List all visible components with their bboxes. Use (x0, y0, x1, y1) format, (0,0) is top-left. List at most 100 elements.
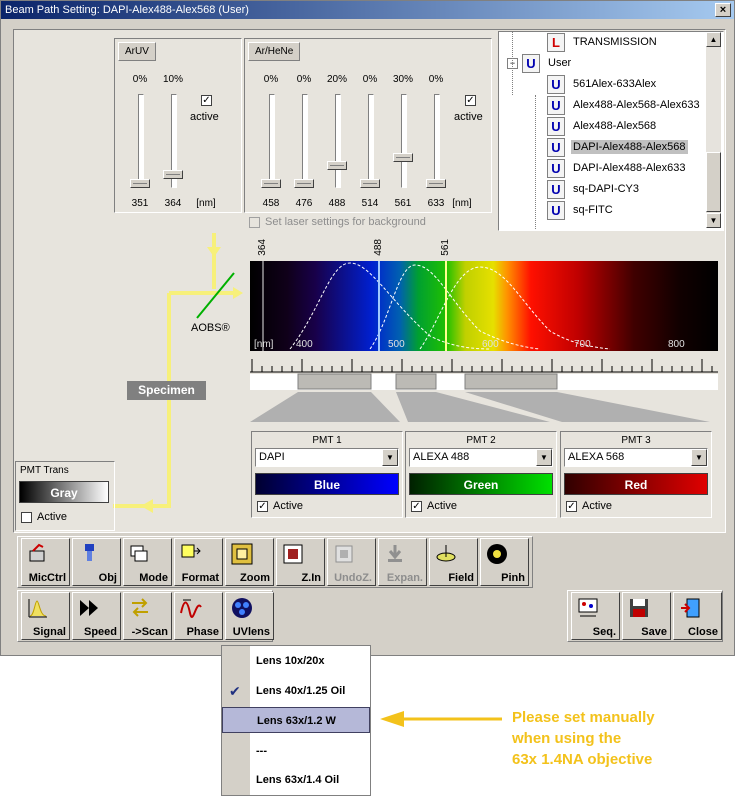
pmt3-range-bar[interactable] (464, 373, 558, 390)
toolbar-button-label: Save (641, 626, 667, 638)
pmt-trans-color-button[interactable]: Gray (19, 481, 109, 503)
pmt2-active-row: ✓ Active (411, 500, 457, 512)
chevron-down-icon[interactable]: ▼ (382, 449, 398, 466)
axis-tick-label: 800 (668, 339, 685, 350)
pmt2-color-button[interactable]: Green (409, 473, 553, 495)
uv-lens-icon (231, 597, 253, 619)
toolbar-button-label: UndoZ. (334, 572, 372, 584)
pinh-button[interactable]: Pinh (480, 538, 529, 586)
close-button[interactable]: Close (673, 592, 722, 640)
pmt3-active-row: ✓ Active (566, 500, 612, 512)
spectrum-band (250, 261, 718, 351)
obj-button[interactable]: Obj (72, 538, 121, 586)
axis-tick-label: 700 (574, 339, 591, 350)
pmt2-active-checkbox[interactable]: ✓ (411, 500, 422, 512)
toolbar-bottom: Signal Speed ->Scan Phase UVlens (17, 590, 274, 642)
toolbar-button-label: Z.In (301, 572, 321, 584)
aobs-arrow-icon (233, 287, 243, 299)
scan-button[interactable]: ->Scan (123, 592, 172, 640)
pmt3-active-checkbox[interactable]: ✓ (566, 500, 577, 512)
pmt3-dye-value: ALEXA 568 (568, 451, 625, 463)
phase-icon (180, 597, 202, 619)
pmt2-dye-select[interactable]: ALEXA 488 ▼ (409, 448, 553, 467)
pmt1-dye-value: DAPI (259, 451, 285, 463)
seq-button[interactable]: Seq. (571, 592, 620, 640)
pmt-trans-active-label: Active (37, 511, 67, 523)
save-icon (628, 597, 650, 619)
annotation-line-1: Please set manually (512, 709, 655, 726)
wavelength-ruler (250, 359, 718, 390)
annotation-note: Please set manually when using the 63x 1… (512, 707, 655, 770)
expand-icon (384, 543, 406, 565)
menu-item-label: --- (256, 745, 267, 757)
undoz-button[interactable]: UndoZ. (327, 538, 376, 586)
aobs-label: AOBS® (191, 322, 230, 334)
uvlens-button[interactable]: UVlens (225, 592, 274, 640)
field-button[interactable]: Field (429, 538, 478, 586)
annotation-arrow-icon (380, 711, 502, 727)
axis-tick-label: 500 (388, 339, 405, 350)
axis-tick-label: 400 (296, 339, 313, 350)
pmt2-dye-value: ALEXA 488 (413, 451, 470, 463)
pmt1-title: PMT 1 (312, 435, 342, 446)
pmt1-panel: PMT 1 DAPI ▼ Blue ✓ Active (251, 431, 403, 518)
menu-item[interactable]: Lens 10x/20x (222, 648, 370, 674)
expan-button[interactable]: Expan. (378, 538, 427, 586)
mode-icon (129, 543, 151, 565)
zoom-button[interactable]: Zoom (225, 538, 274, 586)
microscope-control-icon (27, 543, 49, 565)
pmt1-active-row: ✓ Active (257, 500, 303, 512)
z-in-button[interactable]: Z.In (276, 538, 325, 586)
pmt1-color-button[interactable]: Blue (255, 473, 399, 495)
pmt1-active-checkbox[interactable]: ✓ (257, 500, 268, 512)
phase-button[interactable]: Phase (174, 592, 223, 640)
laser-line-label: 364 (257, 239, 268, 256)
toolbar-top: MicCtrl Obj Mode Format Zoom Z.In UndoZ. Expan.… (17, 536, 533, 588)
micctrl-button[interactable]: MicCtrl (21, 538, 70, 586)
pmt2-range-bar[interactable] (395, 373, 437, 390)
sequence-icon (577, 597, 599, 619)
beam-lines (113, 233, 236, 508)
close-icon (679, 597, 701, 619)
pmt1-range-bar[interactable] (297, 373, 372, 390)
spectrum-area: [nm] 400 500 600 700 800 364 488 561 (250, 239, 718, 351)
pmt1-dye-select[interactable]: DAPI ▼ (255, 448, 399, 467)
toolbar-button-label: Pinh (501, 572, 525, 584)
pmt-trans-title: PMT Trans (20, 465, 69, 476)
pmt3-active-label: Active (582, 500, 612, 512)
menu-item[interactable]: --- (222, 738, 370, 764)
toolbar-button-label: Format (181, 572, 219, 584)
chevron-down-icon[interactable]: ▼ (691, 449, 707, 466)
range-projection (250, 392, 710, 422)
toolbar-button-label: Zoom (240, 572, 270, 584)
pmt3-dye-select[interactable]: ALEXA 568 ▼ (564, 448, 708, 467)
menu-item[interactable]: Lens 63x/1.4 Oil (222, 767, 370, 793)
laser-line-label: 488 (373, 239, 384, 256)
specimen-label: Specimen (127, 381, 206, 400)
save-button[interactable]: Save (622, 592, 671, 640)
trans-arrow-icon (141, 499, 153, 513)
menu-item[interactable]: Lens 63x/1.2 W (222, 707, 370, 733)
pmt2-title: PMT 2 (466, 435, 496, 446)
pmt1-active-label: Active (273, 500, 303, 512)
toolbar-button-label: Signal (32, 626, 66, 638)
menu-item[interactable]: ✔ Lens 40x/1.25 Oil (222, 678, 370, 704)
chevron-down-icon[interactable]: ▼ (536, 449, 552, 466)
mode-button[interactable]: Mode (123, 538, 172, 586)
toolbar-button-label: Seq. (592, 626, 616, 638)
speed-icon (78, 597, 100, 619)
pmt-trans-active-checkbox[interactable] (21, 511, 32, 523)
pmt3-color-button[interactable]: Red (564, 473, 708, 495)
signal-button[interactable]: Signal (21, 592, 70, 640)
pmt2-active-label: Active (427, 500, 457, 512)
laser-line-label: 561 (440, 239, 451, 256)
speed-button[interactable]: Speed (72, 592, 121, 640)
check-icon: ✔ (229, 683, 241, 699)
field-icon (435, 543, 457, 565)
zoom-in-icon (282, 543, 304, 565)
format-button[interactable]: Format (174, 538, 223, 586)
pinhole-icon (486, 543, 508, 565)
pmt3-panel: PMT 3 ALEXA 568 ▼ Red ✓ Active (560, 431, 712, 518)
beam-path-window: Beam Path Setting: DAPI-Alex488-Alex568 … (0, 0, 735, 656)
toolbar-button-label: UVlens (232, 626, 270, 638)
